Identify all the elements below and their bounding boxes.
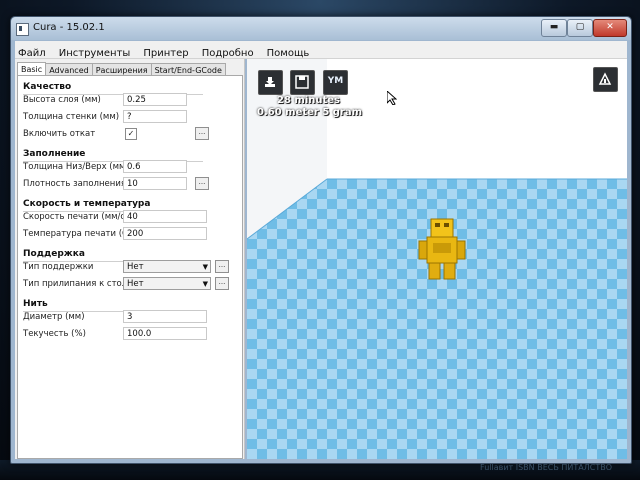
menu-machine[interactable]: Принтер: [140, 46, 191, 59]
section-title: Заполнение: [23, 149, 86, 159]
adhesion-label: Тип прилипания к столу: [23, 279, 133, 289]
mouse-cursor-icon: [387, 91, 397, 105]
fill-settings-button[interactable]: ...: [195, 177, 209, 190]
retraction-settings-button[interactable]: ...: [195, 127, 209, 140]
watermark: Fullaвит ISBN ВЕСЬ ПИТАЛСТВО: [480, 463, 612, 472]
print-temp-input[interactable]: 200: [123, 227, 207, 240]
print-time: 28 minutes: [277, 95, 340, 106]
retraction-checkbox[interactable]: ✓: [125, 128, 137, 140]
adhesion-settings-button[interactable]: ...: [215, 277, 229, 290]
layer-height-label: Высота слоя (мм): [23, 95, 101, 105]
support-settings-button[interactable]: ...: [215, 260, 229, 273]
view-mode-button[interactable]: [593, 67, 618, 92]
support-type-value: Нет: [127, 262, 144, 272]
section-support: Поддержка: [23, 249, 242, 262]
close-button[interactable]: ✕: [593, 19, 627, 37]
chevron-down-icon: ▼: [202, 280, 208, 288]
print-temp-row: Температура печати (С) 200: [23, 227, 242, 243]
menu-bar: Файл Инструменты Принтер Подробно Помощь: [15, 41, 627, 59]
cura-window: Cura - 15.02.1 ▬ ▢ ✕ Файл Инструменты Пр…: [10, 16, 632, 464]
shell-thickness-row: Толщина стенки (мм) ?: [23, 110, 242, 126]
menu-tools[interactable]: Инструменты: [56, 46, 134, 59]
section-title: Скорость и температура: [23, 199, 151, 209]
youmagine-button[interactable]: YM: [323, 70, 348, 95]
section-fill: Заполнение: [23, 149, 242, 162]
settings-tabs: Basic Advanced Расширения Start/End-GCode: [17, 60, 226, 79]
fill-density-label: Плотность заполнения: [23, 179, 126, 189]
window-title: Cura - 15.02.1: [33, 22, 105, 33]
flow-label: Текучесть (%): [23, 329, 86, 339]
scene: [247, 59, 627, 459]
load-model-button[interactable]: [258, 70, 283, 95]
title-bar[interactable]: Cura - 15.02.1 ▬ ▢ ✕: [11, 17, 631, 40]
adhesion-row: Тип прилипания к столу Нет ▼ ...: [23, 277, 242, 293]
print-material: 0.60 meter 5 gram: [257, 107, 363, 118]
section-quality: Качество: [23, 82, 242, 95]
menu-expert[interactable]: Подробно: [199, 46, 257, 59]
save-icon: [295, 75, 309, 89]
youmagine-label: YM: [327, 76, 344, 86]
diameter-label: Диаметр (мм): [23, 312, 85, 322]
support-type-select[interactable]: Нет ▼: [123, 260, 211, 273]
shell-thickness-input[interactable]: ?: [123, 110, 187, 123]
menu-help[interactable]: Помощь: [264, 46, 313, 59]
chevron-down-icon: ▼: [202, 263, 208, 271]
3d-viewport[interactable]: YM 28 minutes 0.60 meter 5 gram: [247, 59, 627, 459]
save-gcode-button[interactable]: [290, 70, 315, 95]
adhesion-value: Нет: [127, 279, 144, 289]
bottom-top-label: Толщина Низ/Верх (мм): [23, 162, 129, 172]
menu-file[interactable]: Файл: [15, 46, 49, 59]
print-temp-label: Температура печати (С): [23, 229, 132, 239]
diameter-input[interactable]: 3: [123, 310, 207, 323]
bottom-top-row: Толщина Низ/Верх (мм) 0.6: [23, 160, 242, 176]
support-type-row: Тип поддержки Нет ▼ ...: [23, 260, 242, 276]
load-icon: [265, 77, 275, 87]
minimize-button[interactable]: ▬: [541, 19, 567, 37]
flow-input[interactable]: 100.0: [123, 327, 207, 340]
print-speed-label: Скорость печати (мм/с): [23, 212, 129, 222]
print-speed-input[interactable]: 40: [123, 210, 207, 223]
view-mode-icon: [598, 72, 612, 85]
diameter-row: Диаметр (мм) 3: [23, 310, 242, 326]
shell-thickness-label: Толщина стенки (мм): [23, 112, 120, 122]
print-speed-row: Скорость печати (мм/с) 40: [23, 210, 242, 226]
section-speed: Скорость и температура: [23, 199, 242, 212]
section-title: Поддержка: [23, 249, 85, 259]
bottom-top-input[interactable]: 0.6: [123, 160, 187, 173]
fill-density-input[interactable]: 10: [123, 177, 187, 190]
settings-panel: Basic Advanced Расширения Start/End-GCode К…: [15, 59, 245, 459]
layer-height-input[interactable]: 0.25: [123, 93, 187, 106]
fill-density-row: Плотность заполнения 10 ...: [23, 177, 242, 193]
section-title: Нить: [23, 299, 48, 309]
retraction-label: Включить откат: [23, 129, 96, 139]
retraction-row: Включить откат ✓ ...: [23, 127, 242, 143]
layer-height-row: Высота слоя (мм) 0.25: [23, 93, 242, 109]
section-title: Качество: [23, 82, 72, 92]
flow-row: Текучесть (%) 100.0: [23, 327, 242, 343]
support-type-label: Тип поддержки: [23, 262, 94, 272]
basic-settings: Качество Высота слоя (мм) 0.25 Толщина с…: [17, 75, 243, 459]
maximize-button[interactable]: ▢: [567, 19, 593, 37]
app-icon: [16, 23, 29, 36]
adhesion-select[interactable]: Нет ▼: [123, 277, 211, 290]
section-filament: Нить: [23, 299, 242, 312]
